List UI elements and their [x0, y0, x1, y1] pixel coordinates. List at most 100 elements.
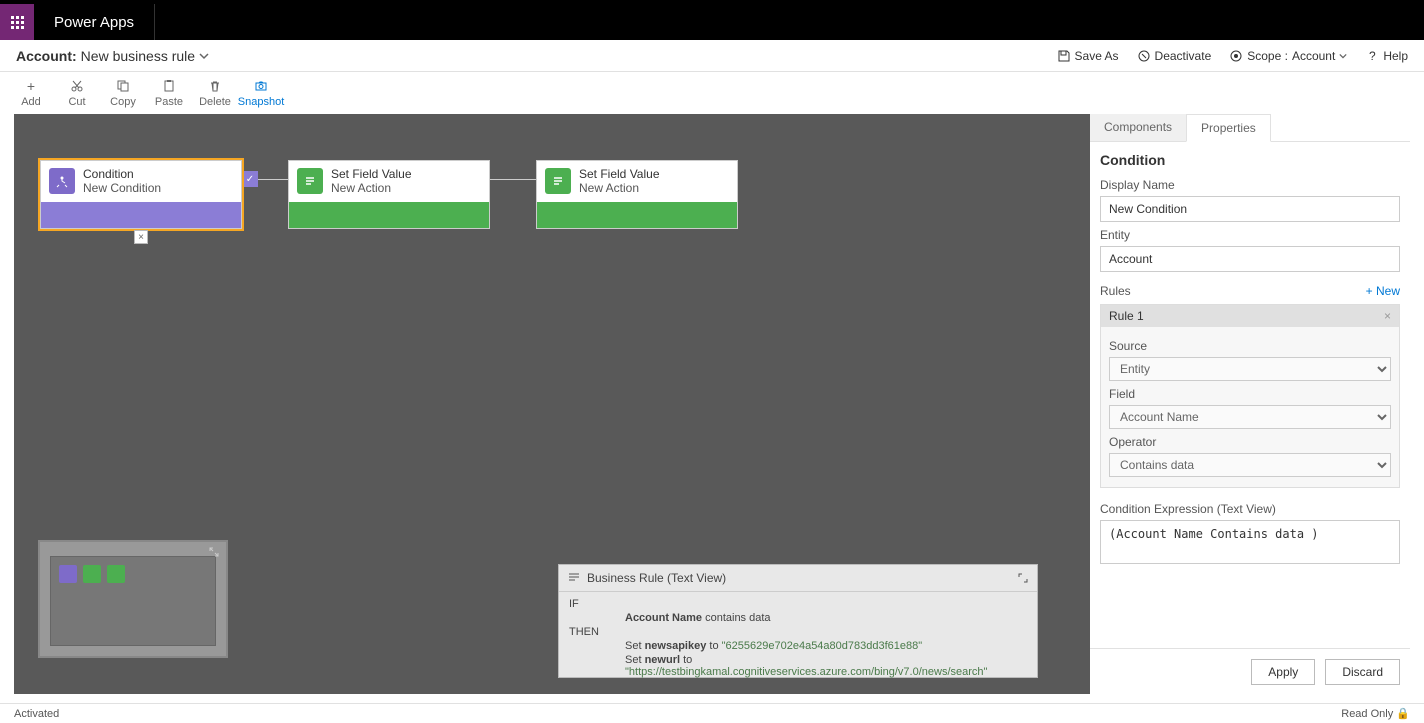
action-icon: [545, 168, 571, 194]
textview-title: Business Rule (Text View): [587, 571, 726, 585]
deactivate-label: Deactivate: [1155, 49, 1212, 63]
status-readonly: Read Only: [1341, 708, 1393, 720]
expand-icon[interactable]: [208, 546, 220, 558]
status-bar: Activated Read Only 🔒: [0, 703, 1424, 723]
properties-panel: Components Properties Condition Display …: [1090, 114, 1410, 695]
discard-button[interactable]: Discard: [1325, 659, 1400, 685]
add-false-branch-button[interactable]: ×: [134, 230, 148, 244]
cut-icon: [70, 78, 84, 94]
help-label: Help: [1383, 49, 1408, 63]
field-select[interactable]: Account Name: [1109, 405, 1391, 429]
rule-title: Rule 1: [1109, 309, 1144, 323]
cond-field: Account Name: [625, 612, 702, 624]
toolbar: + Add Cut Copy Paste Delete Snapshot: [0, 72, 1424, 114]
entity-label: Entity: [1100, 228, 1400, 242]
paste-button[interactable]: Paste: [146, 78, 192, 108]
field-label: Field: [1109, 387, 1391, 401]
textview-icon: [567, 571, 581, 585]
snapshot-label: Snapshot: [238, 96, 284, 108]
node-subtitle: New Action: [579, 181, 660, 195]
minimap-node: [59, 565, 77, 583]
deactivate-icon: [1137, 49, 1151, 63]
source-label: Source: [1109, 339, 1391, 353]
app-name: Power Apps: [34, 4, 155, 40]
help-icon: ?: [1365, 49, 1379, 63]
breadcrumb-bar: Account: New business rule Save As Deact…: [0, 40, 1424, 72]
node-subtitle: New Action: [331, 181, 412, 195]
chevron-down-icon: [1339, 52, 1347, 60]
scope-label: Scope :: [1247, 49, 1288, 63]
save-as-label: Save As: [1075, 49, 1119, 63]
display-name-label: Display Name: [1100, 178, 1400, 192]
rules-label: Rules: [1100, 284, 1131, 298]
check-icon: ✓: [242, 171, 258, 187]
section-title: Condition: [1100, 152, 1400, 168]
add-button[interactable]: + Add: [8, 78, 54, 108]
cut-button[interactable]: Cut: [54, 78, 100, 108]
delete-icon: [208, 78, 222, 94]
breadcrumb-entity: Account:: [16, 48, 77, 64]
entity-input[interactable]: [1100, 246, 1400, 272]
add-label: Add: [21, 96, 41, 108]
save-as-button[interactable]: Save As: [1057, 49, 1119, 63]
title-bar: Power Apps: [0, 4, 1424, 40]
rule-block: Rule 1 × Source Entity Field Account Nam…: [1100, 304, 1400, 488]
condition-icon: [49, 168, 75, 194]
copy-button[interactable]: Copy: [100, 78, 146, 108]
cut-label: Cut: [68, 96, 85, 108]
connector: [490, 160, 536, 198]
close-icon[interactable]: ×: [1384, 309, 1391, 323]
snapshot-button[interactable]: Snapshot: [238, 78, 284, 108]
business-rule-textview: Business Rule (Text View) IF Account Nam…: [558, 564, 1038, 678]
set-field-1: newsapikey: [645, 640, 707, 652]
waffle-icon: [11, 16, 24, 29]
chevron-down-icon: [199, 51, 209, 61]
display-name-input[interactable]: [1100, 196, 1400, 222]
status-activated: Activated: [14, 708, 59, 720]
action-node[interactable]: Set Field Value New Action: [536, 160, 738, 229]
minimap-node: [107, 565, 125, 583]
node-title: Set Field Value: [331, 167, 412, 181]
add-rule-button[interactable]: + New: [1366, 284, 1400, 298]
breadcrumb[interactable]: Account: New business rule: [16, 48, 209, 64]
scope-selector[interactable]: Scope : Account: [1229, 49, 1347, 63]
breadcrumb-rule-name: New business rule: [81, 48, 195, 64]
lock-icon: 🔒: [1396, 708, 1410, 720]
help-button[interactable]: ? Help: [1365, 49, 1408, 63]
node-title: Condition: [83, 167, 161, 181]
minimap-node: [83, 565, 101, 583]
svg-text:?: ?: [1369, 49, 1376, 63]
tab-components[interactable]: Components: [1090, 114, 1186, 141]
then-keyword: THEN: [569, 626, 625, 638]
action-icon: [297, 168, 323, 194]
operator-label: Operator: [1109, 435, 1391, 449]
expression-textarea: (Account Name Contains data ): [1100, 520, 1400, 564]
set-value-2: "https://testbingkamal.cognitiveservices…: [625, 666, 987, 678]
plus-icon: +: [27, 78, 35, 94]
expression-label: Condition Expression (Text View): [1100, 502, 1400, 516]
deactivate-button[interactable]: Deactivate: [1137, 49, 1212, 63]
condition-node[interactable]: Condition New Condition: [40, 160, 242, 229]
save-icon: [1057, 49, 1071, 63]
delete-label: Delete: [199, 96, 231, 108]
set-value-1: "6255629e702e4a54a80d783dd3f61e88": [722, 640, 923, 652]
copy-icon: [116, 78, 130, 94]
cond-rest: contains data: [702, 612, 771, 624]
action-node[interactable]: Set Field Value New Action: [288, 160, 490, 229]
set-field-2: newurl: [645, 654, 680, 666]
scope-icon: [1229, 49, 1243, 63]
app-launcher-button[interactable]: [0, 4, 34, 40]
apply-button[interactable]: Apply: [1251, 659, 1315, 685]
paste-label: Paste: [155, 96, 183, 108]
node-title: Set Field Value: [579, 167, 660, 181]
operator-select[interactable]: Contains data: [1109, 453, 1391, 477]
if-keyword: IF: [569, 598, 625, 610]
close-icon: ×: [138, 232, 144, 243]
source-select[interactable]: Entity: [1109, 357, 1391, 381]
paste-icon: [162, 78, 176, 94]
collapse-icon[interactable]: [1017, 572, 1029, 584]
minimap[interactable]: [38, 540, 228, 658]
delete-button[interactable]: Delete: [192, 78, 238, 108]
tab-properties[interactable]: Properties: [1186, 114, 1271, 142]
copy-label: Copy: [110, 96, 136, 108]
